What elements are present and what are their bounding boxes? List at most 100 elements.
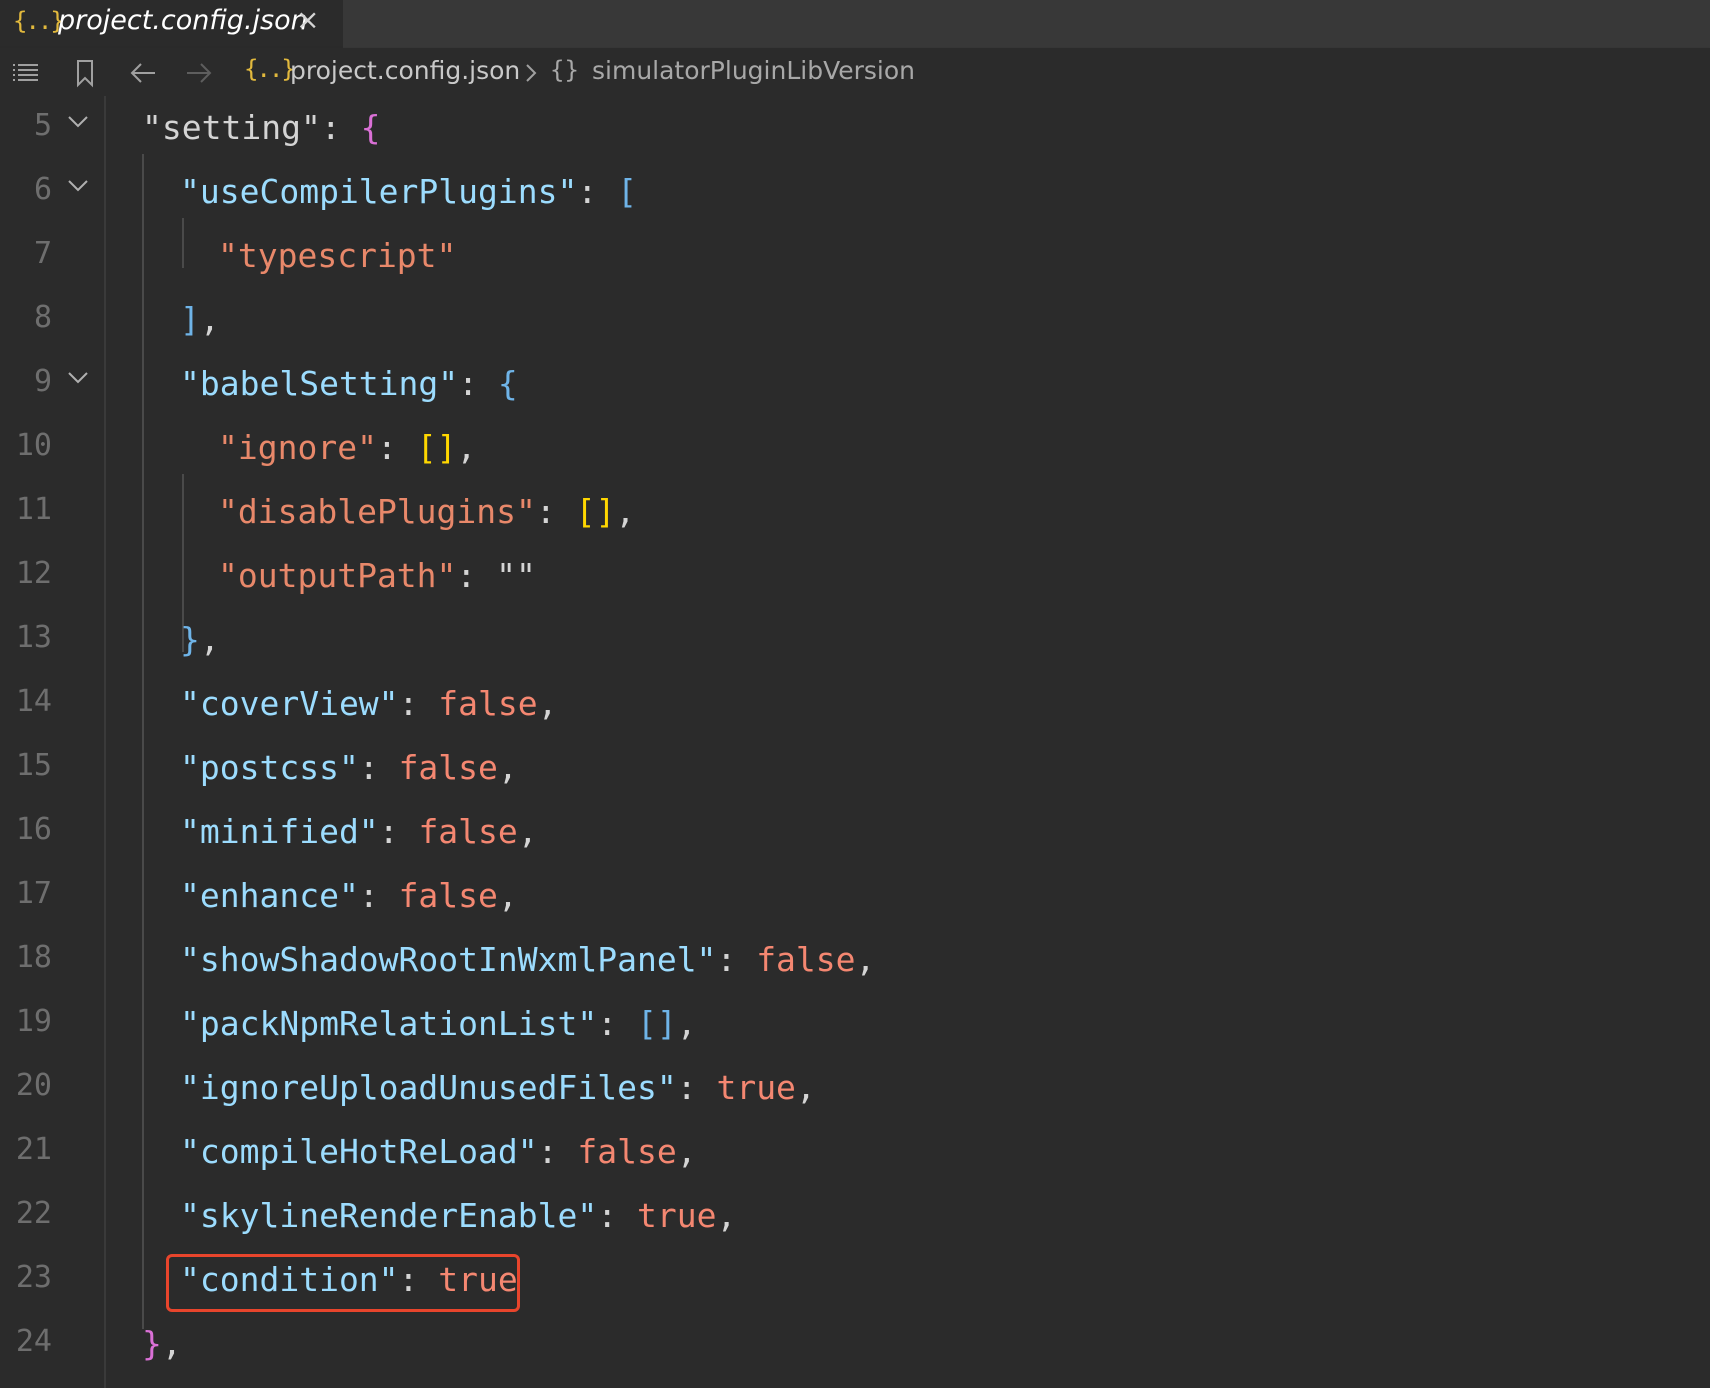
object-icon: {} — [550, 56, 579, 84]
code-token: : — [458, 364, 498, 403]
code-text: "disablePlugins": [], — [218, 492, 635, 531]
code-text: "coverView": false, — [180, 684, 558, 723]
code-line[interactable]: 8], — [0, 288, 1710, 352]
code-line[interactable]: 7 "typescript" — [0, 224, 1710, 288]
code-token: , — [199, 620, 220, 659]
code-token: false — [438, 684, 538, 723]
line-number: 17 — [15, 876, 52, 911]
code-line[interactable]: 13}, — [0, 608, 1710, 672]
line-number: 15 — [15, 748, 52, 783]
code-token: : — [597, 1196, 637, 1235]
code-line[interactable]: 15 "postcss": false, — [0, 736, 1710, 800]
code-text: "compileHotReLoad": false, — [180, 1132, 697, 1171]
code-editor[interactable]: 5 "setting": {6 "useCompilerPlugins": [ 7 "t… — [0, 96, 1710, 1388]
line-number: 20 — [15, 1068, 52, 1103]
line-number: 6 — [33, 172, 52, 207]
tab-project-config[interactable]: {..} project.config.json × — [0, 0, 343, 48]
line-number: 23 — [15, 1260, 52, 1295]
editor-window: {..} project.config.json × {..} project.… — [0, 0, 1710, 1388]
code-text: "ignoreUploadUnusedFiles": true, — [180, 1068, 816, 1107]
fold-chevron-icon[interactable] — [66, 114, 90, 130]
code-token: [] — [575, 492, 616, 531]
code-token: true — [716, 1068, 796, 1107]
line-number: 14 — [15, 684, 52, 719]
line-number: 10 — [15, 428, 52, 463]
code-token: "setting" — [142, 108, 321, 147]
code-line[interactable]: 20 "ignoreUploadUnusedFiles": true, — [0, 1056, 1710, 1120]
code-token: } — [180, 620, 200, 659]
line-number: 16 — [15, 812, 52, 847]
code-token: : — [320, 108, 361, 147]
code-token: "ignore" — [218, 428, 377, 467]
tab-bar: {..} project.config.json × — [0, 0, 1710, 48]
code-token: : — [376, 428, 417, 467]
line-number: 8 — [33, 300, 52, 335]
code-line[interactable]: 11 "disablePlugins": [], — [0, 480, 1710, 544]
code-line[interactable]: 22 "skylineRenderEnable": true, — [0, 1184, 1710, 1248]
code-line[interactable]: 21 "compileHotReLoad": false, — [0, 1120, 1710, 1184]
code-line[interactable]: 18 "showShadowRootInWxmlPanel": false, — [0, 928, 1710, 992]
breadcrumb-key[interactable]: simulatorPluginLibVersion — [592, 56, 915, 85]
code-line[interactable]: 12 "outputPath": "" — [0, 544, 1710, 608]
code-line[interactable]: 19 "packNpmRelationList": [], — [0, 992, 1710, 1056]
code-token: "ignoreUploadUnusedFiles" — [180, 1068, 677, 1107]
code-token: , — [456, 428, 477, 467]
code-text: "minified": false, — [180, 812, 538, 851]
code-token: "outputPath" — [218, 556, 457, 595]
code-line[interactable]: 17 "enhance": false, — [0, 864, 1710, 928]
code-line[interactable]: 24}, — [0, 1312, 1710, 1376]
code-line[interactable]: 9 "babelSetting": { — [0, 352, 1710, 416]
code-token: "compileHotReLoad" — [180, 1132, 538, 1171]
code-text: "ignore": [], — [218, 428, 476, 467]
code-token: "disablePlugins" — [218, 492, 536, 531]
code-line[interactable]: 14 "coverView": false, — [0, 672, 1710, 736]
code-token: "showShadowRootInWxmlPanel" — [180, 940, 717, 979]
json-file-icon: {..} — [244, 55, 296, 83]
code-token: false — [756, 940, 856, 979]
json-file-icon: {..} — [13, 7, 65, 35]
code-token: : — [597, 1004, 637, 1043]
line-number: 22 — [15, 1196, 52, 1231]
code-token: : — [537, 1132, 578, 1171]
code-token: false — [418, 812, 518, 851]
line-number: 9 — [33, 364, 52, 399]
breadcrumb-file[interactable]: project.config.json — [290, 56, 520, 85]
code-token: "coverView" — [180, 684, 399, 723]
code-token: true — [636, 1196, 717, 1235]
code-text: "outputPath": "" — [218, 556, 536, 595]
code-token: true — [438, 1260, 518, 1299]
code-token: , — [855, 940, 876, 979]
code-token: [ — [617, 172, 637, 211]
code-line[interactable]: 16 "minified": false, — [0, 800, 1710, 864]
code-line[interactable]: 6 "useCompilerPlugins": [ — [0, 160, 1710, 224]
fold-chevron-icon[interactable] — [66, 178, 90, 194]
code-token: , — [161, 1324, 182, 1363]
code-token: : — [398, 1260, 439, 1299]
code-token: : — [358, 748, 399, 787]
code-token: "babelSetting" — [180, 364, 459, 403]
code-text: "skylineRenderEnable": true, — [180, 1196, 736, 1235]
list-icon[interactable] — [10, 58, 40, 88]
code-text: }, — [142, 1324, 182, 1363]
code-token: "packNpmRelationList" — [180, 1004, 598, 1043]
code-line[interactable]: 23 "condition": true — [0, 1248, 1710, 1312]
code-token: : — [358, 876, 399, 915]
forward-arrow-icon[interactable] — [184, 58, 214, 88]
code-token: , — [537, 684, 558, 723]
code-token: ] — [180, 300, 200, 339]
back-arrow-icon[interactable] — [128, 58, 158, 88]
close-icon[interactable]: × — [296, 5, 319, 35]
code-line[interactable]: 5 "setting": { — [0, 96, 1710, 160]
code-token: "" — [496, 556, 536, 595]
code-token: : — [456, 556, 497, 595]
code-token: "minified" — [180, 812, 379, 851]
code-line[interactable]: 10 "ignore": [], — [0, 416, 1710, 480]
bookmark-icon[interactable] — [70, 58, 100, 88]
code-token: , — [517, 812, 538, 851]
fold-chevron-icon[interactable] — [66, 370, 90, 386]
code-token: false — [398, 876, 498, 915]
code-text: "showShadowRootInWxmlPanel": false, — [180, 940, 875, 979]
code-token: { — [497, 364, 518, 403]
code-text: "useCompilerPlugins": [ — [180, 172, 637, 211]
line-number: 5 — [33, 108, 52, 143]
